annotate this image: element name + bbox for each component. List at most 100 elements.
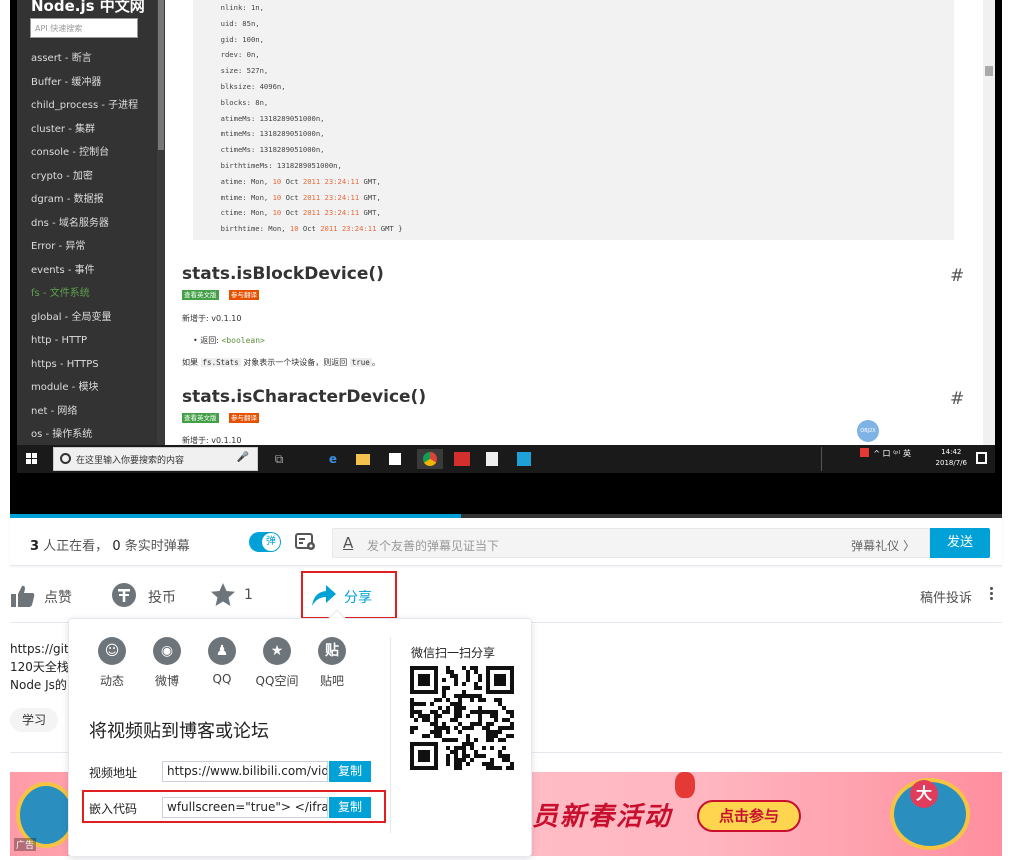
app-white-icon bbox=[479, 449, 505, 469]
share-qzone-button[interactable]: ★ QQ空间 bbox=[249, 637, 305, 689]
doc-nav-item: fs - 文件系统 bbox=[31, 288, 90, 299]
webstorm-icon bbox=[511, 449, 537, 469]
api-search-input: API 快速搜索 bbox=[30, 18, 138, 38]
viewer-count: 3 人正在看， 0 条实时弹幕 bbox=[30, 535, 190, 554]
chrome-icon bbox=[417, 449, 443, 469]
view-english-tag: 查看英文版 bbox=[182, 290, 219, 300]
code-line: nlink: 1n, bbox=[212, 3, 264, 12]
windows-start-icon bbox=[26, 453, 38, 465]
thumbs-up-icon bbox=[11, 585, 35, 607]
doc-logo: Node.js 中文网 bbox=[31, 0, 145, 15]
coin-icon bbox=[112, 583, 136, 607]
like-label: 点赞 bbox=[44, 590, 72, 606]
code-block: nlink: 1n, uid: 85n, gid: 100n, rdev: 0n… bbox=[193, 0, 954, 240]
doc-nav-list: assert - 断言 Buffer - 缓冲器 child_process - 子… bbox=[31, 52, 138, 445]
share-target-label: 动态 bbox=[99, 674, 124, 688]
danmaku-input[interactable]: A 发个友善的弹幕见证当下 弹幕礼仪 〉 bbox=[332, 528, 930, 558]
notepad-icon bbox=[385, 449, 405, 469]
code-line: rdev: 0n, bbox=[212, 50, 260, 60]
video-action-bar: 点赞 投币 1 分享 稿件投诉 bbox=[10, 571, 1002, 619]
returns-line: • 返回: <boolean> bbox=[193, 336, 265, 345]
clock-date: 2018/7/6 bbox=[935, 459, 967, 467]
translate-tag: 参与翻译 bbox=[229, 413, 259, 423]
video-tag[interactable]: 学习 bbox=[10, 708, 58, 732]
sogou-icon bbox=[860, 448, 869, 459]
danmaku-text: 条实时弹幕 bbox=[120, 539, 190, 554]
video-player[interactable]: Node.js 中文网 API 快速搜索 assert - 断言 Buffer -… bbox=[10, 0, 1002, 518]
taskbar-clock: 14:42 2018/7/6 bbox=[936, 447, 967, 469]
code-line: mtime: Mon, 10 Oct 2011 23:24:11 GMT, bbox=[212, 192, 381, 202]
danmaku-style-icon[interactable]: A bbox=[343, 534, 353, 552]
doc-nav-item: events - 事件 bbox=[31, 264, 95, 276]
doc-nav-item: assert - 断言 bbox=[31, 53, 92, 64]
share-weibo-button[interactable]: ◉ 微博 bbox=[139, 637, 195, 689]
doc-heading-isblockdevice: stats.isBlockDevice() bbox=[182, 264, 384, 284]
added-version: 新增于: v0.1.10 bbox=[182, 314, 242, 323]
viewer-number: 3 bbox=[30, 539, 40, 554]
clock-time: 14:42 bbox=[941, 448, 962, 456]
copy-embed-button[interactable]: 复制 bbox=[329, 797, 371, 818]
doc-nav-item: crypto - 加密 bbox=[31, 170, 93, 182]
anchor-hash: # bbox=[950, 389, 965, 409]
file-explorer-icon bbox=[353, 449, 373, 469]
danmaku-bar: 3 人正在看， 0 条实时弹幕 弹 A 发个友善的弹幕见证当下 弹幕礼仪 〉 发… bbox=[10, 518, 1002, 566]
video-url-label: 视频地址 bbox=[89, 766, 138, 780]
video-url-field[interactable]: https://www.bilibili.com/video/av bbox=[162, 761, 328, 782]
doc-nav-item: net - 网络 bbox=[31, 405, 78, 417]
description-line: 如果 fs.Stats 对象表示一个块设备，则返回 true。 bbox=[182, 358, 380, 367]
share-label: 分享 bbox=[344, 590, 372, 606]
copy-url-button[interactable]: 复制 bbox=[329, 761, 371, 782]
share-popup: ☺ 动态 ◉ 微博 ♟ QQ ★ QQ空间贴贴吧 将视频贴到博客或论坛 视频地址 https:… bbox=[68, 609, 532, 857]
doc-main-scrollbar bbox=[983, 0, 995, 445]
share-dynamic-button[interactable]: ☺ 动态 bbox=[84, 637, 140, 689]
qr-code-icon bbox=[410, 666, 514, 770]
code-line: blocks: 8n, bbox=[212, 97, 269, 107]
doc-nav-item: cluster - 集群 bbox=[31, 123, 95, 135]
danmaku-etiquette-link[interactable]: 弹幕礼仪 〉 bbox=[851, 537, 915, 554]
system-tray: ^ 口 ⁽ᵖ⁾ 英 bbox=[873, 449, 911, 458]
windows-taskbar: 在这里输入你要搜索的内容 🎤 ⧉ e ^ 口 ⁽ᵖ⁾ 英 14:42 2018/… bbox=[17, 445, 995, 473]
notification-icon bbox=[976, 452, 987, 464]
doc-nav-item: os - 操作系统 bbox=[31, 429, 93, 440]
share-arrow-icon bbox=[312, 585, 336, 606]
doc-nav-item: https - HTTPS bbox=[31, 358, 99, 370]
code-line: gid: 100n, bbox=[212, 34, 264, 44]
ad-label: 广告 bbox=[14, 838, 37, 851]
share-target-label: 贴吧 bbox=[319, 674, 344, 688]
viewer-text: 人正在看， bbox=[39, 539, 113, 554]
lantern-decoration bbox=[675, 772, 695, 798]
divider bbox=[390, 637, 391, 833]
danmaku-toggle[interactable]: 弹 bbox=[249, 532, 281, 552]
edge-icon: e bbox=[328, 452, 338, 466]
embed-title: 将视频贴到博客或论坛 bbox=[89, 721, 269, 742]
added-version: 新增于: v0.1.10 bbox=[182, 436, 242, 445]
danmaku-input-placeholder: 发个友善的弹幕见证当下 bbox=[367, 539, 500, 553]
more-menu-icon[interactable] bbox=[989, 586, 995, 602]
danmaku-send-button[interactable]: 发送 bbox=[930, 528, 990, 558]
doc-nav-item: Buffer - 缓冲器 bbox=[31, 76, 102, 88]
anchor-hash: # bbox=[950, 266, 965, 286]
code-line: size: 527n, bbox=[212, 66, 269, 76]
share-target-label: 微博 bbox=[154, 674, 179, 688]
share-tieba-button[interactable]: 贴贴吧 bbox=[304, 637, 360, 689]
banner-title: 员新春活动 bbox=[532, 802, 673, 832]
mic-icon: 🎤 bbox=[236, 452, 249, 463]
danmaku-settings-icon[interactable] bbox=[295, 532, 317, 552]
code-line: blksize: 4096n, bbox=[212, 81, 286, 91]
video-frame[interactable]: Node.js 中文网 API 快速搜索 assert - 断言 Buffer -… bbox=[17, 0, 995, 445]
banner-join-button[interactable]: 点击参与 bbox=[697, 800, 801, 832]
coin-label: 投币 bbox=[148, 590, 176, 606]
share-qq-button[interactable]: ♟ QQ bbox=[194, 637, 250, 686]
banner-badge: 大 bbox=[910, 780, 938, 808]
wechat-share-label: 微信扫一扫分享 bbox=[411, 646, 496, 660]
code-line: birthtime: Mon, 10 Oct 2011 23:24:11 GMT… bbox=[212, 224, 403, 234]
taskbar-search-placeholder: 在这里输入你要搜索的内容 bbox=[76, 456, 185, 466]
doc-nav-item: http - HTTP bbox=[31, 335, 88, 346]
task-view-icon: ⧉ bbox=[274, 452, 284, 466]
qzone-icon: ★ bbox=[263, 637, 291, 665]
doc-sidebar: Node.js 中文网 API 快速搜索 assert - 断言 Buffer -… bbox=[17, 0, 157, 445]
doc-nav-item: dns - 域名服务器 bbox=[31, 217, 109, 229]
report-link[interactable]: 稿件投诉 bbox=[920, 587, 972, 606]
taskbar-search-box: 在这里输入你要搜索的内容 🎤 bbox=[53, 447, 258, 471]
embed-code-field[interactable]: wfullscreen="true"> </iframe> bbox=[162, 797, 328, 818]
